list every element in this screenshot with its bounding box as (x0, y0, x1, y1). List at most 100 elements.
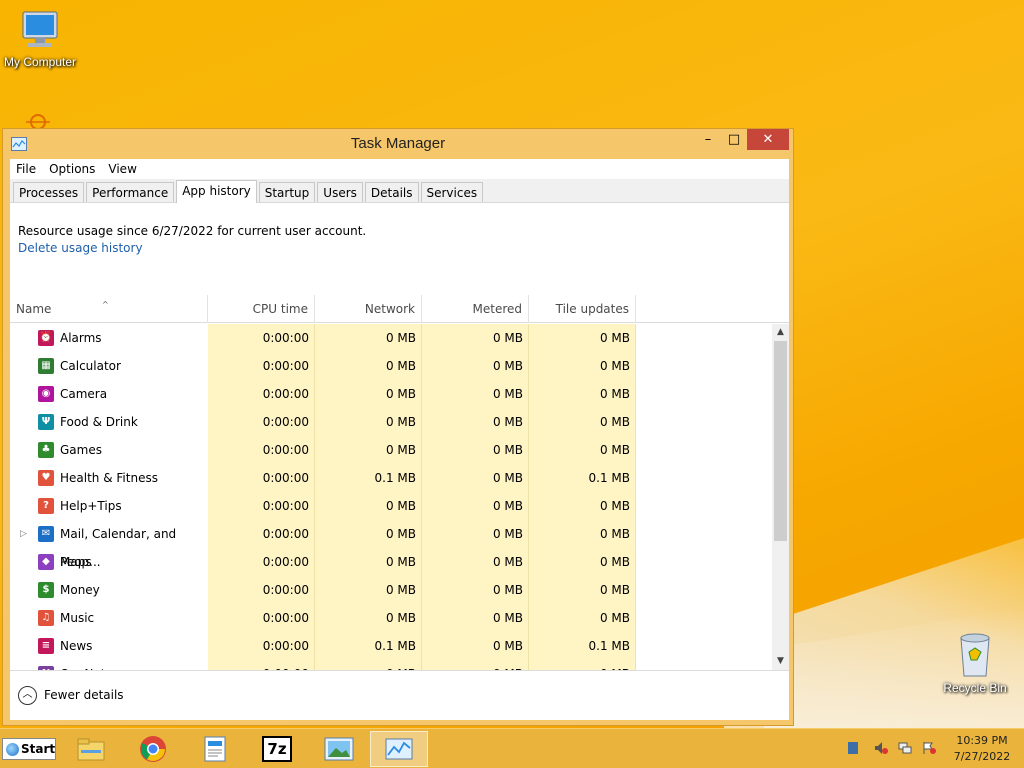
table-row[interactable]: ▷ ✉ Mail, Calendar, and Peop... 0:00:00 0 MB… (10, 520, 772, 569)
app-history-table: Name ^ CPU time Network Metered network … (10, 295, 789, 670)
recycle-bin-icon (960, 633, 990, 677)
taskbar-photo-viewer[interactable] (310, 731, 368, 767)
table-row[interactable]: NOneNote0:00:000 MB0 MB0 MB (10, 660, 772, 670)
column-header-name[interactable]: Name ^ (10, 295, 208, 323)
cell-metered: 0 MB (492, 527, 523, 541)
tab-details[interactable]: Details (364, 182, 419, 202)
table-row[interactable]: ♣ Games 0:00:00 0 MB 0 MB 0 MB (10, 436, 772, 464)
tab-services[interactable]: Services (420, 182, 484, 202)
table-row[interactable]: ⏰ Alarms 0:00:00 0 MB 0 MB 0 MB (10, 324, 772, 352)
music-icon: ♫ (38, 610, 54, 626)
tab-performance[interactable]: Performance (86, 182, 175, 202)
table-row[interactable]: Ψ Food & Drink 0:00:00 0 MB 0 MB 0 MB (10, 408, 772, 436)
table-row[interactable]: ? Help+Tips 0:00:00 0 MB 0 MB 0 MB (10, 492, 772, 520)
cell-metered: 0 MB (422, 660, 523, 670)
taskbar-task-manager[interactable] (370, 731, 428, 767)
camera-icon: ◉ (38, 386, 54, 402)
health-fitness-icon: ♥ (38, 470, 54, 486)
taskbar-file-explorer[interactable] (62, 731, 120, 767)
fewer-details-button[interactable]: Fewer details (44, 688, 124, 702)
footer: ︿ Fewer details (10, 670, 789, 720)
scroll-thumb[interactable] (774, 341, 787, 541)
taskbar: Start 7z 10:39 PM 7/27/2022 (0, 728, 1024, 768)
table-row[interactable]: ♫ Music 0:00:00 0 MB 0 MB 0 MB (10, 604, 772, 632)
column-header-network[interactable]: Network (315, 295, 422, 323)
cell-network: 0.1 MB (374, 471, 416, 485)
desktop-icon-recycle-bin[interactable]: Recycle Bin (935, 630, 1015, 695)
taskbar-document[interactable] (186, 731, 244, 767)
menu-bar: File Options View (10, 159, 789, 179)
column-header-tile[interactable]: Tile updates (529, 295, 636, 323)
table-row[interactable]: $ Money 0:00:00 0 MB 0 MB 0 MB (10, 576, 772, 604)
cell-metered: 0 MB (492, 387, 523, 401)
vertical-scrollbar[interactable]: ▲ ▼ (772, 324, 789, 670)
tab-app-history[interactable]: App history (176, 180, 257, 203)
cell-cpu: 0:00:00 (208, 660, 309, 670)
games-icon: ♣ (38, 442, 54, 458)
column-header-name-label: Name (16, 302, 52, 316)
cell-network: 0 MB (385, 611, 416, 625)
flag-alert-icon[interactable] (922, 741, 936, 755)
table-row[interactable]: ≡ News 0:00:00 0.1 MB 0 MB 0.1 MB (10, 632, 772, 660)
taskbar-chrome[interactable] (124, 731, 182, 767)
cell-tile: 0 MB (599, 555, 630, 569)
delete-usage-history-link[interactable]: Delete usage history (18, 240, 789, 257)
window-client: File Options View Processes Performance … (10, 159, 789, 720)
desktop-icon-partial (22, 110, 54, 130)
table-row[interactable]: ◉ Camera 0:00:00 0 MB 0 MB 0 MB (10, 380, 772, 408)
expand-arrow-icon[interactable]: ▷ (20, 520, 27, 548)
cell-network: 0 MB (385, 583, 416, 597)
table-row[interactable]: ▦ Calculator 0:00:00 0 MB 0 MB 0 MB (10, 352, 772, 380)
cell-name: Camera (60, 387, 108, 401)
chevron-up-icon[interactable]: ︿ (18, 686, 37, 705)
start-button[interactable]: Start (2, 738, 56, 760)
7zip-icon: 7z (262, 736, 292, 762)
table-body: ⏰ Alarms 0:00:00 0 MB 0 MB 0 MB ▦ Calculator 0:0… (10, 324, 772, 670)
tab-processes[interactable]: Processes (13, 182, 85, 202)
cell-network: 0 MB (385, 387, 416, 401)
column-header-metered[interactable]: Metered network (422, 295, 529, 344)
cell-name: Games (60, 443, 102, 457)
sort-up-icon: ^ (102, 300, 109, 309)
menu-file[interactable]: File (16, 162, 36, 176)
menu-options[interactable]: Options (49, 162, 95, 176)
cell-network: 0 MB (385, 555, 416, 569)
column-header-cpu[interactable]: CPU time (208, 295, 315, 323)
cell-tile: 0 MB (599, 331, 630, 345)
clock-date: 7/27/2022 (953, 750, 1011, 763)
table-row[interactable]: ♥ Health & Fitness 0:00:00 0.1 MB 0 MB 0.1 MB (10, 464, 772, 492)
menu-view[interactable]: View (108, 162, 136, 176)
volume-muted-icon[interactable] (874, 741, 888, 755)
desktop-icon-my-computer[interactable]: My Computer (0, 8, 80, 69)
taskbar-7zip[interactable]: 7z (248, 731, 306, 767)
minimize-button[interactable]: – (695, 129, 721, 150)
title-bar[interactable]: Task Manager – □ ✕ (3, 129, 793, 159)
cell-metered: 0 MB (492, 583, 523, 597)
table-row[interactable]: ◆ Maps 0:00:00 0 MB 0 MB 0 MB (10, 548, 772, 576)
cell-name: Food & Drink (60, 415, 138, 429)
cell-name: Maps (60, 555, 92, 569)
task-manager-window[interactable]: Task Manager – □ ✕ File Options View Pro… (2, 128, 794, 726)
info-section: Resource usage since 6/27/2022 for curre… (10, 203, 789, 257)
calculator-icon: ▦ (38, 358, 54, 374)
desktop-icon-label: My Computer (3, 55, 77, 69)
scroll-down-icon[interactable]: ▼ (772, 653, 789, 670)
taskbar-clock[interactable]: 10:39 PM 7/27/2022 (952, 733, 1012, 765)
cell-metered: 0 MB (492, 499, 523, 513)
cell-cpu: 0:00:00 (262, 443, 309, 457)
maximize-button[interactable]: □ (721, 129, 747, 150)
cell-name: OneNote (60, 660, 208, 670)
money-icon: $ (38, 582, 54, 598)
cell-network: 0.1 MB (374, 639, 416, 653)
cell-name: Help+Tips (60, 499, 122, 513)
cell-name: Mail, Calendar, and Peop... (60, 527, 177, 569)
cell-name: Money (60, 583, 100, 597)
tab-startup[interactable]: Startup (258, 182, 316, 202)
close-button[interactable]: ✕ (747, 129, 789, 150)
tab-users[interactable]: Users (317, 182, 363, 202)
news-icon: ≡ (38, 638, 54, 654)
scroll-up-icon[interactable]: ▲ (772, 324, 789, 341)
cell-tile: 0 MB (599, 387, 630, 401)
network-tray-icon[interactable] (898, 741, 912, 755)
action-center-icon[interactable] (846, 741, 860, 755)
